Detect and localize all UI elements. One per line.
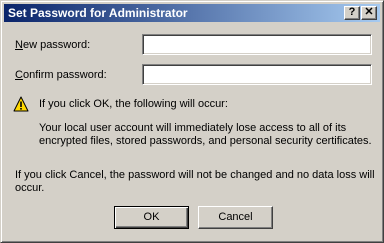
close-button[interactable]: ✕ [361, 6, 377, 20]
warning-icon [13, 96, 29, 112]
warning-heading: If you click OK, the following will occu… [39, 98, 228, 110]
new-password-field[interactable] [142, 34, 372, 55]
new-password-label-text: ew password: [22, 39, 91, 51]
cancel-button[interactable]: Cancel [198, 206, 273, 229]
warning-detail: Your local user account will immediately… [39, 122, 372, 147]
ok-button[interactable]: OK [114, 206, 189, 229]
confirm-password-label-text: onfirm password: [22, 69, 107, 81]
help-button[interactable]: ? [344, 6, 360, 20]
new-password-label: New password: [15, 39, 90, 52]
set-password-dialog: Set Password for Administrator ? ✕ New p… [0, 0, 384, 243]
confirm-password-accesskey: C [15, 69, 23, 81]
confirm-password-field[interactable] [142, 64, 372, 85]
new-password-accesskey: N [15, 39, 23, 51]
window-title: Set Password for Administrator [8, 6, 188, 20]
cancel-note: If you click Cancel, the password will n… [15, 169, 375, 194]
title-bar[interactable]: Set Password for Administrator ? ✕ [4, 4, 380, 22]
confirm-password-label: Confirm password: [15, 69, 107, 82]
